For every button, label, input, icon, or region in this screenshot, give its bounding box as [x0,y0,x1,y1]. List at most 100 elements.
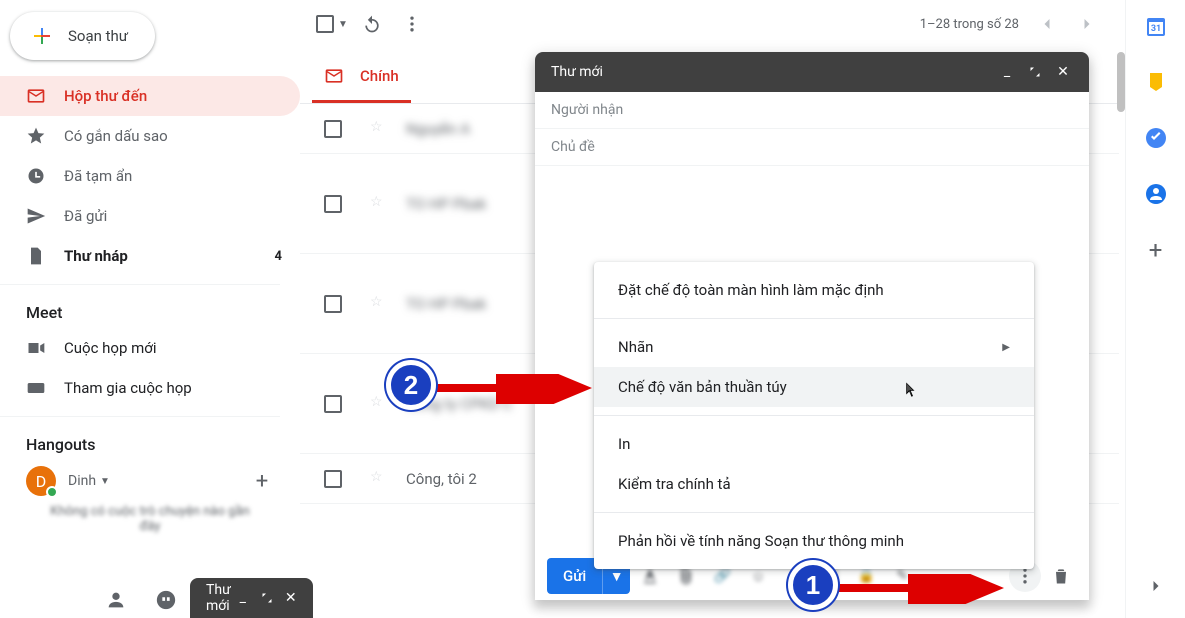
row-checkbox[interactable] [324,195,342,213]
compose-more-menu: Đặt chế độ toàn màn hình làm mặc định Nh… [594,262,1034,569]
addons-button[interactable]: + [1142,236,1170,264]
side-panel: 31 + [1125,0,1185,618]
menu-fullscreen-default[interactable]: Đặt chế độ toàn màn hình làm mặc định [594,270,1034,310]
nav-snoozed[interactable]: Đã tạm ẩn [0,156,300,196]
collapse-panel-button[interactable] [1142,572,1170,600]
refresh-button[interactable] [352,4,392,44]
send-icon [26,206,46,226]
hangouts-empty-msg: Không có cuộc trò chuyện nào gần đây [0,496,300,534]
chevron-right-icon: ▶ [1002,342,1010,353]
menu-label[interactable]: Nhãn▶ [594,327,1034,367]
file-icon [26,246,46,266]
star-icon[interactable]: ☆ [370,119,390,139]
callout-2: 2 [386,360,436,410]
plus-icon [30,24,54,48]
sidebar: Soạn thư Hộp thư đến Có gắn dấu sao Đã t… [0,0,300,618]
nav-sent[interactable]: Đã gửi [0,196,300,236]
pager-text: 1–28 trong số 28 [920,17,1027,32]
nav-starred[interactable]: Có gắn dấu sao [0,116,300,156]
arrow-2 [436,374,596,404]
menu-divider [594,415,1034,416]
person-icon[interactable] [100,584,132,616]
new-chat-button[interactable]: + [250,469,274,493]
row-checkbox[interactable] [324,395,342,413]
compose-label: Soạn thư [68,27,128,45]
star-icon[interactable]: ☆ [370,294,390,314]
meet-join[interactable]: Tham gia cuộc họp [0,368,300,408]
menu-plaintext[interactable]: Chế độ văn bản thuần túy [594,367,1034,407]
compose-button[interactable]: Soạn thư [10,12,155,60]
divider [0,284,280,285]
menu-print[interactable]: In [594,424,1034,464]
subject-field[interactable]: Chủ đề [535,129,1089,166]
tab-label: Chính [360,67,399,85]
nav-drafts[interactable]: Thư nháp 4 [0,236,300,276]
nav-count: 4 [275,249,282,264]
minimize-icon[interactable]: _ [993,58,1021,86]
contacts-icon[interactable] [1142,180,1170,208]
sender: TO HP Pbak [406,295,486,313]
minimized-compose[interactable]: Thư mới _ ✕ [190,578,313,618]
compose-header[interactable]: Thư mới _ ✕ [535,52,1089,92]
menu-divider [594,318,1034,319]
nav-list: Hộp thư đến Có gắn dấu sao Đã tạm ẩn Đã … [0,76,300,276]
hangouts-icon[interactable] [150,584,182,616]
callout-1: 1 [788,560,838,610]
more-button[interactable] [392,4,432,44]
tray-title: Thư mới [206,582,231,614]
sender: TO HP Pbak [406,195,486,213]
send-label: Gửi [547,567,602,585]
chevron-down-icon[interactable]: ▼ [338,19,348,30]
sender: Công, tôi 2 [406,470,477,488]
star-icon [26,126,46,146]
keyboard-icon [26,378,46,398]
arrow-1 [838,574,1008,604]
hangouts-title: Hangouts [0,425,300,460]
row-checkbox[interactable] [324,120,342,138]
hangouts-user[interactable]: D Dinh ▼ + [26,466,274,496]
tasks-icon[interactable] [1142,124,1170,152]
svg-text:31: 31 [1150,24,1160,34]
user-name: Dinh [68,473,96,489]
calendar-icon[interactable]: 31 [1142,12,1170,40]
star-icon[interactable]: ☆ [370,469,390,489]
row-checkbox[interactable] [324,470,342,488]
menu-smartcompose-feedback[interactable]: Phản hồi về tính năng Soạn thư thông min… [594,521,1034,561]
scrollbar-thumb[interactable] [1117,52,1125,112]
nav-label: Thư nháp [64,247,275,265]
row-checkbox[interactable] [324,295,342,313]
nav-label: Hộp thư đến [64,87,282,105]
toolbar: ▼ 1–28 trong số 28 [300,0,1119,48]
select-all-checkbox[interactable]: ▼ [312,4,352,44]
next-page-button[interactable] [1067,4,1107,44]
nav-label: Đã tạm ẩn [64,167,282,185]
meet-label: Cuộc họp mới [64,339,157,357]
video-icon [26,338,46,358]
fullscreen-icon[interactable] [1021,58,1049,86]
minimize-icon[interactable]: _ [231,586,255,610]
recipients-field[interactable]: Người nhận [535,92,1089,129]
meet-new[interactable]: Cuộc họp mới [0,328,300,368]
clock-icon [26,166,46,186]
keep-icon[interactable] [1142,68,1170,96]
cursor-icon [901,379,919,401]
prev-page-button[interactable] [1027,4,1067,44]
close-icon[interactable]: ✕ [1049,58,1077,86]
meet-label: Tham gia cuộc họp [64,379,192,397]
nav-inbox[interactable]: Hộp thư đến [0,76,300,116]
avatar: D [26,466,56,496]
discard-button[interactable] [1045,560,1077,592]
bottom-tray: Thư mới _ ✕ [0,578,300,618]
menu-spellcheck[interactable]: Kiểm tra chính tả [594,464,1034,504]
expand-icon[interactable] [255,586,279,610]
star-icon[interactable]: ☆ [370,394,390,414]
sender: Nguyễn A [406,120,470,138]
star-icon[interactable]: ☆ [370,194,390,214]
nav-label: Có gắn dấu sao [64,127,282,145]
compose-title: Thư mới [551,64,993,80]
menu-divider [594,512,1034,513]
inbox-icon [324,66,344,86]
caret-down-icon[interactable]: ▼ [100,476,110,487]
inbox-icon [26,86,46,106]
tab-primary[interactable]: Chính [312,48,411,103]
